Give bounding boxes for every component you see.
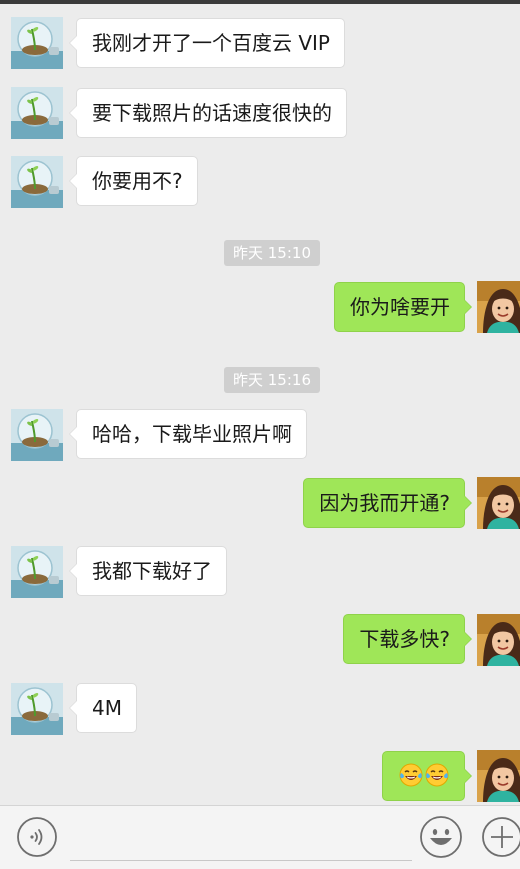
tears-of-joy-emoji-icon [425,763,449,787]
lightbulb-sprout-avatar-icon [11,17,63,69]
contact-avatar[interactable] [11,409,63,461]
voice-icon[interactable] [16,816,58,858]
message-input[interactable] [70,822,412,861]
message-bubble-incoming[interactable]: 4M [69,683,137,733]
girl-photo-avatar-icon [477,281,520,333]
message-bubble-incoming[interactable]: 我都下载好了 [69,546,227,596]
message-text: 你要用不? [92,169,183,193]
message-bubble-incoming[interactable]: 哈哈，下载毕业照片啊 [69,409,307,459]
message-bubble-outgoing[interactable]: 你为啥要开 [334,282,472,332]
self-avatar[interactable] [477,614,520,666]
self-avatar[interactable] [477,750,520,802]
chat-message-list[interactable]: 我刚才开了一个百度云 VIP 要下载照片的话速度很快的 你要用不? 昨天 15:… [0,4,520,805]
message-bubble-outgoing[interactable]: 因为我而开通? [303,478,472,528]
message-text: 要下载照片的话速度很快的 [92,101,332,125]
tears-of-joy-emoji-icon [399,763,423,787]
timestamp-label: 昨天 15:10 [224,240,320,266]
girl-photo-avatar-icon [477,750,520,802]
message-text: 你为啥要开 [350,295,450,319]
girl-photo-avatar-icon [477,477,520,529]
message-text: 4M [92,696,122,720]
girl-photo-avatar-icon [477,614,520,666]
message-text: 因为我而开通? [319,491,450,515]
self-avatar[interactable] [477,281,520,333]
lightbulb-sprout-avatar-icon [11,156,63,208]
message-text: 我都下载好了 [92,559,212,583]
message-text: 下载多快? [359,627,450,651]
contact-avatar[interactable] [11,87,63,139]
message-input-bar [0,805,520,869]
contact-avatar[interactable] [11,683,63,735]
message-bubble-incoming[interactable]: 你要用不? [69,156,198,206]
message-bubble-outgoing[interactable]: 下载多快? [343,614,472,664]
message-bubble-outgoing[interactable] [382,751,472,801]
self-avatar[interactable] [477,477,520,529]
message-text: 我刚才开了一个百度云 VIP [92,31,330,55]
lightbulb-sprout-avatar-icon [11,683,63,735]
lightbulb-sprout-avatar-icon [11,409,63,461]
message-bubble-incoming[interactable]: 我刚才开了一个百度云 VIP [69,18,345,68]
lightbulb-sprout-avatar-icon [11,87,63,139]
smiley-face-icon[interactable] [418,814,464,860]
timestamp-label: 昨天 15:16 [224,367,320,393]
message-text: 哈哈，下载毕业照片啊 [92,422,292,446]
message-bubble-incoming[interactable]: 要下载照片的话速度很快的 [69,88,347,138]
contact-avatar[interactable] [11,17,63,69]
lightbulb-sprout-avatar-icon [11,546,63,598]
contact-avatar[interactable] [11,546,63,598]
plus-icon[interactable] [480,815,520,859]
contact-avatar[interactable] [11,156,63,208]
